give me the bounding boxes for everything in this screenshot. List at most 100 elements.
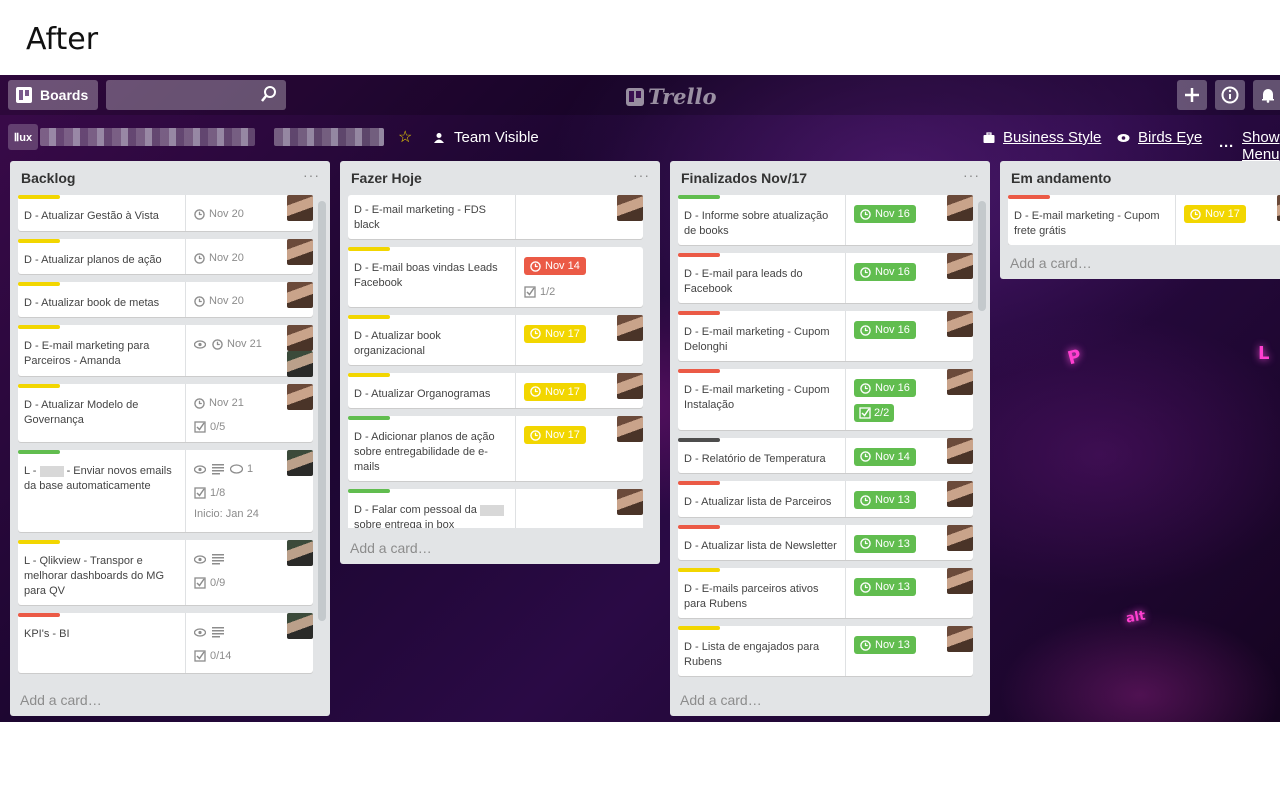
card[interactable]: KPI's - BI 0/14 xyxy=(18,613,313,673)
due-date: Nov 14 xyxy=(545,260,580,272)
info-button[interactable] xyxy=(1215,80,1245,110)
list-title[interactable]: Backlog xyxy=(21,170,75,186)
card[interactable]: D - E-mail marketing - Cupom frete gráti… xyxy=(1008,195,1280,245)
card[interactable]: D - Atualizar book organizacional Nov 17 xyxy=(348,314,643,365)
boards-button[interactable]: Boards xyxy=(8,80,98,110)
member-avatar[interactable] xyxy=(617,314,643,341)
checklist-icon xyxy=(194,650,206,662)
member-avatar[interactable] xyxy=(287,325,313,351)
card[interactable]: D - Atualizar Modelo de Governança Nov 21… xyxy=(18,384,313,442)
member-avatar[interactable] xyxy=(287,450,313,476)
card[interactable]: D - Atualizar lista de Parceiros Nov 13 xyxy=(678,481,973,517)
card[interactable]: D - Lista de engajados para Rubens Nov 13 xyxy=(678,626,973,676)
card[interactable]: D - Atualizar Organogramas Nov 17 xyxy=(348,372,643,408)
info-icon xyxy=(1221,86,1239,104)
member-avatar[interactable] xyxy=(947,481,973,507)
list-title[interactable]: Finalizados Nov/17 xyxy=(681,170,807,186)
watching-badge xyxy=(194,460,206,478)
member-avatar[interactable] xyxy=(947,568,973,594)
member-avatar[interactable] xyxy=(617,489,643,515)
watching-badge xyxy=(194,623,206,641)
eye-icon xyxy=(194,339,206,349)
member-avatar[interactable] xyxy=(617,195,643,221)
search-input[interactable] xyxy=(106,80,286,110)
add-card-link[interactable]: Add a card… xyxy=(350,540,432,556)
clock-icon xyxy=(530,429,541,441)
comment-icon xyxy=(230,463,243,474)
add-card-link[interactable]: Add a card… xyxy=(680,692,762,708)
member-avatar[interactable] xyxy=(947,311,973,337)
clock-icon xyxy=(194,252,205,264)
add-card-link[interactable]: Add a card… xyxy=(20,692,102,708)
boards-icon xyxy=(16,87,32,103)
member-avatar[interactable] xyxy=(617,416,643,442)
list-title[interactable]: Em andamento xyxy=(1011,170,1111,186)
card[interactable]: D - E-mail marketing - Cupom Instalação N… xyxy=(678,369,973,430)
card[interactable]: D - Atualizar planos de ação Nov 20 xyxy=(18,239,313,274)
card[interactable]: D - Atualizar Gestão à Vista Nov 20 xyxy=(18,195,313,231)
card[interactable]: L - - Enviar novos emails da base automa… xyxy=(18,450,313,532)
business-style-button[interactable]: Business Style xyxy=(983,129,1101,146)
member-avatar[interactable] xyxy=(947,524,973,551)
due-date: Nov 17 xyxy=(1205,208,1240,220)
member-avatar[interactable] xyxy=(287,195,313,221)
member-avatar[interactable] xyxy=(617,372,643,399)
card-title: D - Atualizar lista de Newsletter xyxy=(684,539,837,552)
description-icon xyxy=(212,553,224,564)
board-team-logo[interactable]: Ⅱux xyxy=(8,124,38,150)
card[interactable]: D - E-mail boas vindas Leads Facebook Nov… xyxy=(348,247,643,307)
more-icon: ··· xyxy=(1219,137,1234,155)
card[interactable]: L - Qlikview - Transpor e melhorar dashb… xyxy=(18,540,313,605)
card[interactable]: D - Falar com pessoal da sobre entrega i… xyxy=(348,489,643,528)
add-button[interactable] xyxy=(1177,80,1207,110)
card[interactable]: D - Informe sobre atualização de books No… xyxy=(678,195,973,245)
trello-board-app: P L alt Boards Trello Ⅱux ☆ Team Visible… xyxy=(0,75,1280,722)
member-avatar[interactable] xyxy=(947,195,973,221)
member-avatar[interactable] xyxy=(947,626,973,652)
card[interactable]: D - E-mail marketing - FDS black xyxy=(348,195,643,239)
member-avatar[interactable] xyxy=(287,351,313,377)
card[interactable]: D - Atualizar book de metas Nov 20 xyxy=(18,282,313,317)
star-icon[interactable]: ☆ xyxy=(398,127,412,147)
card[interactable]: D - Relatório de Temperatura Nov 14 xyxy=(678,437,973,473)
card[interactable]: D - E-mail marketing para Parceiros - Am… xyxy=(18,325,313,377)
member-avatar[interactable] xyxy=(287,384,313,410)
list-menu-icon[interactable]: ··· xyxy=(633,167,650,183)
add-card-link[interactable]: Add a card… xyxy=(1010,255,1092,271)
list-menu-icon[interactable]: ··· xyxy=(963,167,980,183)
member-avatar[interactable] xyxy=(287,540,313,566)
business-style-label: Business Style xyxy=(1003,129,1102,146)
due-date-badge: Nov 16 xyxy=(854,321,916,339)
visibility-button[interactable]: Team Visible xyxy=(434,129,539,146)
member-avatar[interactable] xyxy=(947,253,973,279)
due-date: Nov 14 xyxy=(875,450,910,463)
due-date-badge: Nov 13 xyxy=(854,534,916,553)
member-avatar[interactable] xyxy=(287,239,313,265)
card[interactable]: D - Adicionar planos de ação sobre entre… xyxy=(348,416,643,481)
list-menu-icon[interactable]: ··· xyxy=(303,167,320,183)
board-name-blurred[interactable] xyxy=(40,128,255,146)
due-date: Nov 13 xyxy=(875,494,910,506)
card[interactable]: D - Atualizar lista de Newsletter Nov 13 xyxy=(678,524,973,560)
trello-logo[interactable]: Trello xyxy=(626,84,717,109)
card[interactable]: D - E-mail marketing - Cupom Delonghi Nov… xyxy=(678,311,973,361)
show-menu-button[interactable]: ··· Show Menu xyxy=(1219,129,1280,163)
card[interactable]: D - E-mails parceiros ativos para Rubens… xyxy=(678,568,973,618)
list-scrollbar[interactable] xyxy=(318,201,326,621)
list-scrollbar[interactable] xyxy=(978,201,986,311)
briefcase-icon xyxy=(983,131,995,143)
birds-eye-button[interactable]: Birds Eye xyxy=(1117,129,1202,146)
list-finalizados: Finalizados Nov/17 ··· D - Informe sobre… xyxy=(670,161,990,716)
checklist-complete-badge: 2/2 xyxy=(854,403,895,422)
notifications-button[interactable] xyxy=(1253,80,1280,110)
member-avatar[interactable] xyxy=(947,437,973,464)
member-avatar[interactable] xyxy=(947,369,973,395)
top-bar: Boards Trello xyxy=(0,75,1280,115)
list-title[interactable]: Fazer Hoje xyxy=(351,170,422,186)
card[interactable]: D - E-mail para leads do Facebook Nov 16 xyxy=(678,253,973,303)
clock-icon xyxy=(530,386,541,397)
clock-icon xyxy=(1190,208,1201,220)
member-avatar[interactable] xyxy=(287,282,313,308)
board-org-blurred[interactable] xyxy=(274,128,384,146)
member-avatar[interactable] xyxy=(287,613,313,639)
